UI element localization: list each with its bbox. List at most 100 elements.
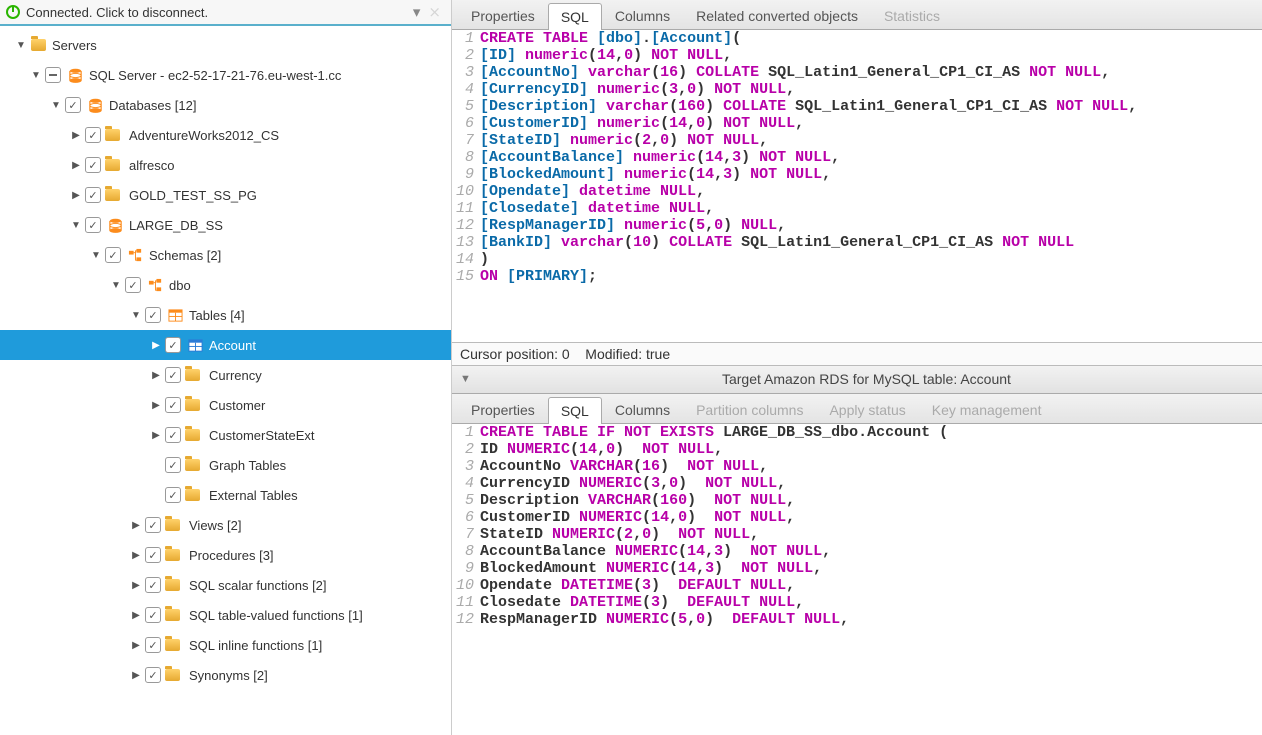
tree-checkbox[interactable] xyxy=(165,457,181,473)
power-icon[interactable] xyxy=(6,5,20,19)
code-text: [RespManagerID] numeric(5,0) NULL, xyxy=(480,217,786,234)
tree-checkbox[interactable] xyxy=(145,637,161,653)
tree-checkbox[interactable] xyxy=(165,487,181,503)
code-line: 8AccountBalance NUMERIC(14,3) NOT NULL, xyxy=(452,543,1262,560)
tree-toggle[interactable]: ▼ xyxy=(15,40,27,51)
tree-toggle[interactable]: ▼ xyxy=(30,70,42,81)
code-line: 11Closedate DATETIME(3) DEFAULT NULL, xyxy=(452,594,1262,611)
tree-checkbox[interactable] xyxy=(105,247,121,263)
tree-toggle[interactable]: ▶ xyxy=(70,130,82,141)
code-text: CREATE TABLE [dbo].[Account]( xyxy=(480,30,741,47)
tree-adventureworks[interactable]: ▶AdventureWorks2012_CS xyxy=(0,120,451,150)
code-line: 10[Opendate] datetime NULL, xyxy=(452,183,1262,200)
tree-checkbox[interactable] xyxy=(85,127,101,143)
tree-toggle[interactable]: ▼ xyxy=(50,100,62,111)
tree-checkbox[interactable] xyxy=(45,67,61,83)
tree-toggle[interactable]: ▼ xyxy=(130,310,142,321)
tab-related[interactable]: Related converted objects xyxy=(683,2,871,29)
tree-toggle[interactable]: ▶ xyxy=(150,430,162,441)
collapse-icon[interactable]: ▼ xyxy=(460,373,471,385)
tree-checkbox[interactable] xyxy=(85,217,101,233)
tree-toggle[interactable]: ▶ xyxy=(130,520,142,531)
line-number: 12 xyxy=(452,611,480,628)
tree-checkbox[interactable] xyxy=(145,577,161,593)
target-bar[interactable]: ▼ Target Amazon RDS for MySQL table: Acc… xyxy=(452,366,1262,394)
tree-checkbox[interactable] xyxy=(165,427,181,443)
code-line: 3AccountNo VARCHAR(16) NOT NULL, xyxy=(452,458,1262,475)
tree-toggle[interactable]: ▶ xyxy=(150,400,162,411)
tab2-columns[interactable]: Columns xyxy=(602,396,683,423)
tab2-apply: Apply status xyxy=(816,396,918,423)
tree-sqlserver[interactable]: ▼SQL Server - ec2-52-17-21-76.eu-west-1.… xyxy=(0,60,451,90)
tree-synonyms[interactable]: ▶ Synonyms [2] xyxy=(0,660,451,690)
tree-label: Synonyms [2] xyxy=(189,668,268,683)
tree-checkbox[interactable] xyxy=(165,397,181,413)
connection-text[interactable]: Connected. Click to disconnect. xyxy=(26,5,409,20)
tree-large-db[interactable]: ▼LARGE_DB_SS xyxy=(0,210,451,240)
tree-toggle[interactable]: ▶ xyxy=(130,610,142,621)
code-text: StateID NUMERIC(2,0) NOT NULL, xyxy=(480,526,759,543)
tree-checkbox[interactable] xyxy=(145,667,161,683)
code-text: AccountNo VARCHAR(16) NOT NULL, xyxy=(480,458,768,475)
tree-tables[interactable]: ▼Tables [4] xyxy=(0,300,451,330)
tree-toggle[interactable]: ▶ xyxy=(70,160,82,171)
tree-views[interactable]: ▶Views [2] xyxy=(0,510,451,540)
tree-toggle[interactable]: ▼ xyxy=(70,220,82,231)
tree-account[interactable]: ▶Account xyxy=(0,330,451,360)
tree-schemas[interactable]: ▼Schemas [2] xyxy=(0,240,451,270)
tree-icon xyxy=(167,517,183,533)
tree-toggle[interactable]: ▶ xyxy=(130,670,142,681)
tab2-properties[interactable]: Properties xyxy=(458,396,548,423)
tree[interactable]: ▼Servers▼SQL Server - ec2-52-17-21-76.eu… xyxy=(0,26,451,735)
tree-checkbox[interactable] xyxy=(165,367,181,383)
tab-columns[interactable]: Columns xyxy=(602,2,683,29)
tree-checkbox[interactable] xyxy=(125,277,141,293)
target-tabs: Properties SQL Columns Partition columns… xyxy=(452,394,1262,424)
tree-procedures[interactable]: ▶Procedures [3] xyxy=(0,540,451,570)
tree-label: Customer xyxy=(209,398,265,413)
tree-checkbox[interactable] xyxy=(165,337,181,353)
tree-toggle[interactable]: ▼ xyxy=(110,280,122,291)
tree-toggle[interactable]: ▼ xyxy=(90,250,102,261)
tree-icon xyxy=(127,247,143,263)
tree-icon xyxy=(187,427,203,443)
tree-checkbox[interactable] xyxy=(145,517,161,533)
tree-toggle[interactable]: ▶ xyxy=(150,370,162,381)
tree-servers[interactable]: ▼Servers xyxy=(0,30,451,60)
tree-toggle[interactable]: ▶ xyxy=(70,190,82,201)
tab-properties[interactable]: Properties xyxy=(458,2,548,29)
tree-toggle[interactable]: ▶ xyxy=(130,550,142,561)
tree-checkbox[interactable] xyxy=(145,607,161,623)
tree-toggle[interactable]: ▶ xyxy=(130,640,142,651)
tree-databases[interactable]: ▼Databases [12] xyxy=(0,90,451,120)
tree-toggle[interactable]: ▶ xyxy=(150,340,162,351)
line-number: 9 xyxy=(452,560,480,577)
target-sql-editor[interactable]: 1CREATE TABLE IF NOT EXISTS LARGE_DB_SS_… xyxy=(452,424,1262,735)
tree-gold[interactable]: ▶GOLD_TEST_SS_PG xyxy=(0,180,451,210)
tree-external-tables[interactable]: External Tables xyxy=(0,480,451,510)
filter-icon[interactable]: ▾ xyxy=(413,3,421,21)
tree-currency[interactable]: ▶Currency xyxy=(0,360,451,390)
tree-checkbox[interactable] xyxy=(85,187,101,203)
code-line: 12[RespManagerID] numeric(5,0) NULL, xyxy=(452,217,1262,234)
tree-customerstateext[interactable]: ▶CustomerStateExt xyxy=(0,420,451,450)
tree-checkbox[interactable] xyxy=(85,157,101,173)
tree-table-valued-functions[interactable]: ▶SQL table-valued functions [1] xyxy=(0,600,451,630)
tree-scalar-functions[interactable]: ▶SQL scalar functions [2] xyxy=(0,570,451,600)
tree-customer[interactable]: ▶ Customer xyxy=(0,390,451,420)
code-text: Closedate DATETIME(3) DEFAULT NULL, xyxy=(480,594,804,611)
tree-checkbox[interactable] xyxy=(145,547,161,563)
tree-alfresco[interactable]: ▶alfresco xyxy=(0,150,451,180)
tree-dbo[interactable]: ▼dbo xyxy=(0,270,451,300)
tree-checkbox[interactable] xyxy=(65,97,81,113)
tab2-sql[interactable]: SQL xyxy=(548,397,602,424)
code-line: 5[Description] varchar(160) COLLATE SQL_… xyxy=(452,98,1262,115)
tab-sql[interactable]: SQL xyxy=(548,3,602,30)
source-sql-editor[interactable]: 1CREATE TABLE [dbo].[Account](2[ID] nume… xyxy=(452,30,1262,342)
tree-graph-tables[interactable]: Graph Tables xyxy=(0,450,451,480)
code-line: 4[CurrencyID] numeric(3,0) NOT NULL, xyxy=(452,81,1262,98)
tree-checkbox[interactable] xyxy=(145,307,161,323)
tree-toggle[interactable]: ▶ xyxy=(130,580,142,591)
tree-inline-functions[interactable]: ▶SQL inline functions [1] xyxy=(0,630,451,660)
tree-icon xyxy=(187,487,203,503)
